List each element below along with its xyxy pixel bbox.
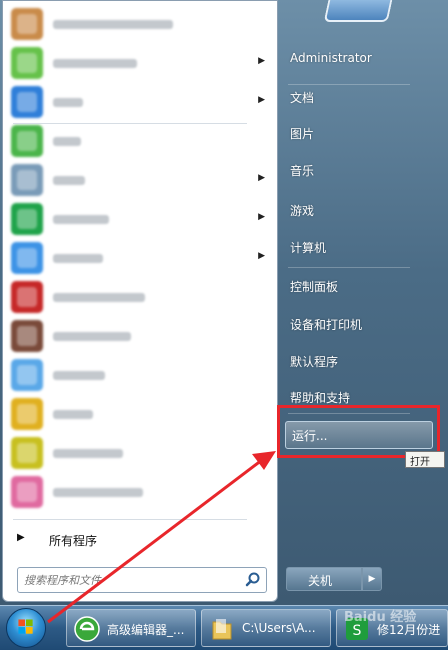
right-menu-item-label: 控制面板 <box>290 280 339 294</box>
blurred-program-name <box>53 20 173 29</box>
blurred-program-name <box>53 215 109 224</box>
right-divider <box>288 84 410 85</box>
right-menu-item-label: 图片 <box>290 127 315 141</box>
folder-icon <box>212 619 232 640</box>
blurred-app-icon <box>11 203 43 235</box>
right-menu-item[interactable]: 设备和打印机 <box>282 311 444 337</box>
pinned-program-item[interactable] <box>7 278 273 316</box>
watermark: Baidu 经验 <box>344 610 417 625</box>
list-divider <box>13 123 247 124</box>
right-menu-item-label: 计算机 <box>290 241 327 255</box>
submenu-arrow-icon: ▶ <box>258 95 265 105</box>
pinned-program-item[interactable]: ▶ <box>7 161 273 199</box>
blurred-app-icon <box>11 437 43 469</box>
blurred-program-name <box>53 254 103 263</box>
all-programs-button[interactable]: ▶ 所有程序 <box>13 529 259 551</box>
blurred-app-icon <box>11 281 43 313</box>
list-divider <box>13 519 247 520</box>
submenu-arrow-icon: ▶ <box>258 251 265 261</box>
pinned-program-item[interactable] <box>7 434 273 472</box>
pinned-program-item[interactable] <box>7 395 273 433</box>
shutdown-options-button[interactable]: ▶ <box>362 567 382 591</box>
right-menu-item[interactable]: 游戏 <box>282 197 444 223</box>
all-programs-label: 所有程序 <box>49 534 98 548</box>
blurred-program-name <box>53 410 93 419</box>
blurred-program-name <box>53 293 145 302</box>
right-menu-item[interactable]: 控制面板 <box>282 273 444 299</box>
blurred-program-name <box>53 488 143 497</box>
pinned-program-item[interactable]: ▶ <box>7 200 273 238</box>
blurred-app-icon <box>11 242 43 274</box>
blurred-program-name <box>53 137 81 146</box>
right-menu-item[interactable]: 计算机 <box>282 234 444 260</box>
right-menu-item-label: 帮助和支持 <box>290 391 351 405</box>
start-button[interactable] <box>6 608 46 648</box>
right-divider <box>288 267 410 268</box>
taskbar-button-browser[interactable]: 高级编辑器_... <box>66 609 196 647</box>
right-menu-item[interactable]: 音乐 <box>282 157 444 183</box>
right-menu-item-label: 音乐 <box>290 164 315 178</box>
shutdown-button[interactable]: 关机 <box>286 567 362 591</box>
blurred-app-icon <box>11 86 43 118</box>
submenu-arrow-icon: ▶ <box>258 212 265 222</box>
right-menu-item[interactable]: 文档 <box>282 84 444 110</box>
right-menu-item[interactable]: 默认程序 <box>282 348 444 374</box>
search-icon[interactable] <box>244 571 262 589</box>
right-menu-item[interactable]: Administrator <box>282 46 444 72</box>
pinned-program-item[interactable] <box>7 473 273 511</box>
right-menu-item-label: Administrator <box>290 51 372 65</box>
submenu-arrow-icon: ▶ <box>258 173 265 183</box>
right-menu-item-label: 文档 <box>290 91 315 105</box>
shutdown-label: 关机 <box>308 574 333 588</box>
pinned-program-item[interactable] <box>7 356 273 394</box>
user-picture-frame <box>323 0 393 22</box>
blurred-app-icon <box>11 125 43 157</box>
blurred-app-icon <box>11 164 43 196</box>
blurred-program-name <box>53 371 105 380</box>
blurred-program-name <box>53 59 137 68</box>
right-menu-item-label: 游戏 <box>290 204 315 218</box>
start-menu-left-pane: ▶ ▶ ▶ ▶ ▶ ▶ 所有程序 <box>2 0 278 602</box>
pinned-program-item[interactable] <box>7 5 273 43</box>
blurred-program-name <box>53 332 131 341</box>
blurred-app-icon <box>11 359 43 391</box>
pinned-program-item[interactable]: ▶ <box>7 44 273 82</box>
blurred-program-name <box>53 449 123 458</box>
blurred-program-name <box>53 176 85 185</box>
submenu-arrow-icon: ▶ <box>258 56 265 66</box>
triangle-right-icon: ▶ <box>17 532 25 543</box>
pinned-program-item[interactable] <box>7 122 273 160</box>
triangle-right-icon: ▶ <box>368 574 376 584</box>
search-input[interactable] <box>24 571 234 589</box>
tooltip: 打开 <box>405 451 445 468</box>
pinned-program-item[interactable] <box>7 317 273 355</box>
blurred-app-icon <box>11 47 43 79</box>
pinned-program-item[interactable]: ▶ <box>7 83 273 121</box>
blurred-app-icon <box>11 476 43 508</box>
blurred-app-icon <box>11 8 43 40</box>
blurred-app-icon <box>11 320 43 352</box>
browser-icon <box>74 616 100 642</box>
right-menu-item-label: 默认程序 <box>290 355 339 369</box>
taskbar-button-label: C:\Users\A... <box>242 621 316 635</box>
blurred-program-name <box>53 98 83 107</box>
windows-logo-icon <box>18 619 33 634</box>
blurred-app-icon <box>11 398 43 430</box>
taskbar-button-explorer[interactable]: C:\Users\A... <box>201 609 331 647</box>
pinned-program-item[interactable]: ▶ <box>7 239 273 277</box>
right-menu-item[interactable]: 图片 <box>282 120 444 146</box>
search-box[interactable] <box>17 567 267 593</box>
taskbar-button-label: 高级编辑器_... <box>107 623 185 637</box>
svg-text:S: S <box>353 623 362 639</box>
right-menu-item-label: 设备和打印机 <box>290 318 363 332</box>
